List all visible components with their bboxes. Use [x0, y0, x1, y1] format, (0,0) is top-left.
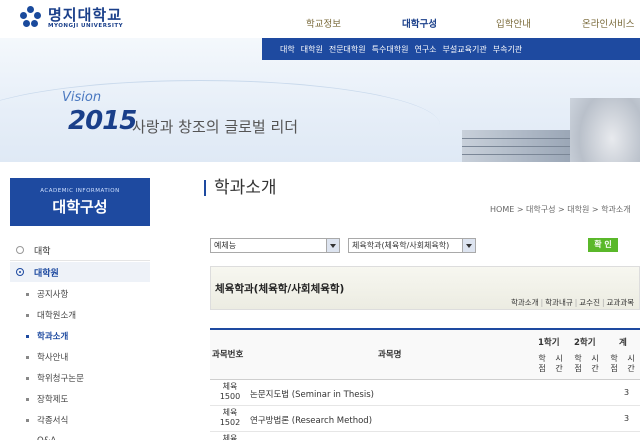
- course-credit: 3: [624, 414, 630, 423]
- header-credit: 학점: [610, 354, 618, 373]
- filter-row: 예체능 체육학과(체육학/사회체육학) 확 인: [210, 238, 640, 254]
- header-semester-1: 1학기: [538, 338, 560, 348]
- category-select-value: 예체능: [214, 241, 237, 250]
- circle-bullet-icon: [16, 246, 24, 254]
- confirm-button[interactable]: 확 인: [588, 238, 618, 252]
- lnb-item-graduate[interactable]: 대학원: [10, 262, 150, 282]
- main-content: 학과소개 HOME > 대학구성 > 대학원 > 학과소개 예체능 체육학과(체…: [160, 162, 640, 440]
- lnb-sub-thesis[interactable]: 학위청구논문: [26, 368, 84, 388]
- header-course-code: 과목번호: [212, 350, 244, 360]
- banner-slogan: 사랑과 창조의 글로벌 리더: [132, 118, 299, 136]
- table-row: 체육1502 연구방법론 (Research Method) 3: [210, 406, 640, 432]
- lnb-title: 대학구성: [52, 198, 108, 216]
- subnav-research[interactable]: 연구소: [414, 44, 436, 55]
- course-code: 체육: [222, 434, 238, 440]
- subnav-affiliated[interactable]: 부속기관: [493, 44, 522, 55]
- header-credit: 학점: [538, 354, 546, 373]
- subnav-professional-graduate[interactable]: 전문대학원: [329, 44, 366, 55]
- sub-nav: 대학 대학원 전문대학원 특수대학원 연구소 부설교육기관 부속기관: [262, 38, 640, 60]
- subnav-affiliated-edu[interactable]: 부설교육기관: [443, 44, 487, 55]
- left-nav: ACADEMIC INFORMATION 대학구성 대학 대학원 공지사항 대학…: [0, 162, 160, 440]
- gnb-organization[interactable]: 대학구성: [402, 16, 437, 30]
- divider: [10, 260, 150, 261]
- banner-vision: Vision: [62, 90, 102, 105]
- lnb-sub-notice[interactable]: 공지사항: [26, 284, 68, 304]
- lnb-sub-forms[interactable]: 각종서식: [26, 410, 68, 430]
- header-hour: 시간: [627, 354, 635, 373]
- tab-courses[interactable]: 교과과목: [607, 298, 635, 307]
- lnb-sub-scholarship[interactable]: 장학제도: [26, 389, 68, 409]
- circle-bullet-icon: [16, 268, 24, 276]
- department-tabs: 학과소개 | 학과내규 | 교수진 | 교과과목: [511, 298, 635, 307]
- tab-rules[interactable]: 학과내규: [545, 298, 573, 307]
- horse-statue-image: [570, 98, 640, 162]
- lnb-item-label: 대학: [34, 246, 51, 257]
- course-code: 체육1500: [219, 382, 241, 401]
- tab-faculty[interactable]: 교수진: [579, 298, 600, 307]
- header-total: 계: [619, 338, 627, 348]
- table-header: 과목번호 과목명 1학기 2학기 계 학점 시간 학점 시간 학점 시간: [210, 328, 640, 380]
- chevron-down-icon: [462, 239, 475, 252]
- chevron-down-icon: [326, 239, 339, 252]
- department-select-value: 체육학과(체육학/사회체육학): [352, 241, 450, 250]
- category-select[interactable]: 예체능: [210, 238, 340, 253]
- course-credit: 3: [624, 388, 630, 397]
- header-semester-2: 2학기: [574, 338, 596, 348]
- lnb-sub-intro[interactable]: 대학원소개: [26, 305, 76, 325]
- global-nav: 학교정보 대학구성 입학안내 온라인서비스: [0, 16, 640, 30]
- tab-intro[interactable]: 학과소개: [511, 298, 539, 307]
- building-illustration: [452, 116, 572, 162]
- subnav-special-graduate[interactable]: 특수대학원: [372, 44, 409, 55]
- lnb-title-box: ACADEMIC INFORMATION 대학구성: [10, 178, 150, 226]
- breadcrumb: HOME > 대학구성 > 대학원 > 학과소개: [490, 205, 631, 214]
- department-select[interactable]: 체육학과(체육학/사회체육학): [348, 238, 476, 253]
- top-header: 명지대학교 MYONGJI UNIVERSITY 학교정보 대학구성 입학안내 …: [0, 0, 640, 38]
- lnb-sub-qna[interactable]: Q&A: [26, 431, 56, 440]
- banner-year: 2015: [68, 106, 137, 136]
- header-hour: 시간: [555, 354, 563, 373]
- lnb-title-english: ACADEMIC INFORMATION: [40, 188, 120, 194]
- course-name: 연구방법론 (Research Method): [250, 416, 373, 426]
- lnb-sub-department[interactable]: 학과소개: [26, 326, 68, 346]
- gnb-online-service[interactable]: 온라인서비스: [582, 16, 634, 30]
- department-header: 체육학과(체육학/사회체육학) 학과소개 | 학과내규 | 교수진 | 교과과목: [210, 266, 640, 310]
- lnb-item-college[interactable]: 대학: [10, 240, 150, 260]
- page: Vision 2015 사랑과 창조의 글로벌 리더 명지대학교 MYONGJI…: [0, 0, 640, 440]
- course-name: 논문지도법 (Seminar in Thesis): [250, 390, 374, 400]
- page-title: 학과소개: [204, 180, 277, 197]
- header-course-name: 과목명: [378, 350, 402, 360]
- table-row: 체육: [210, 432, 640, 440]
- subnav-college[interactable]: 대학: [280, 44, 295, 55]
- table-row: 체육1500 논문지도법 (Seminar in Thesis) 3: [210, 380, 640, 406]
- gnb-school-info[interactable]: 학교정보: [306, 16, 341, 30]
- department-name: 체육학과(체육학/사회체육학): [215, 283, 345, 295]
- course-code: 체육1502: [219, 408, 241, 427]
- header-credit: 학점: [574, 354, 582, 373]
- lnb-sub-academic[interactable]: 학사안내: [26, 347, 68, 367]
- gnb-admission[interactable]: 입학안내: [496, 16, 531, 30]
- header-hour: 시간: [591, 354, 599, 373]
- subnav-graduate[interactable]: 대학원: [301, 44, 323, 55]
- lnb-item-label: 대학원: [34, 268, 59, 279]
